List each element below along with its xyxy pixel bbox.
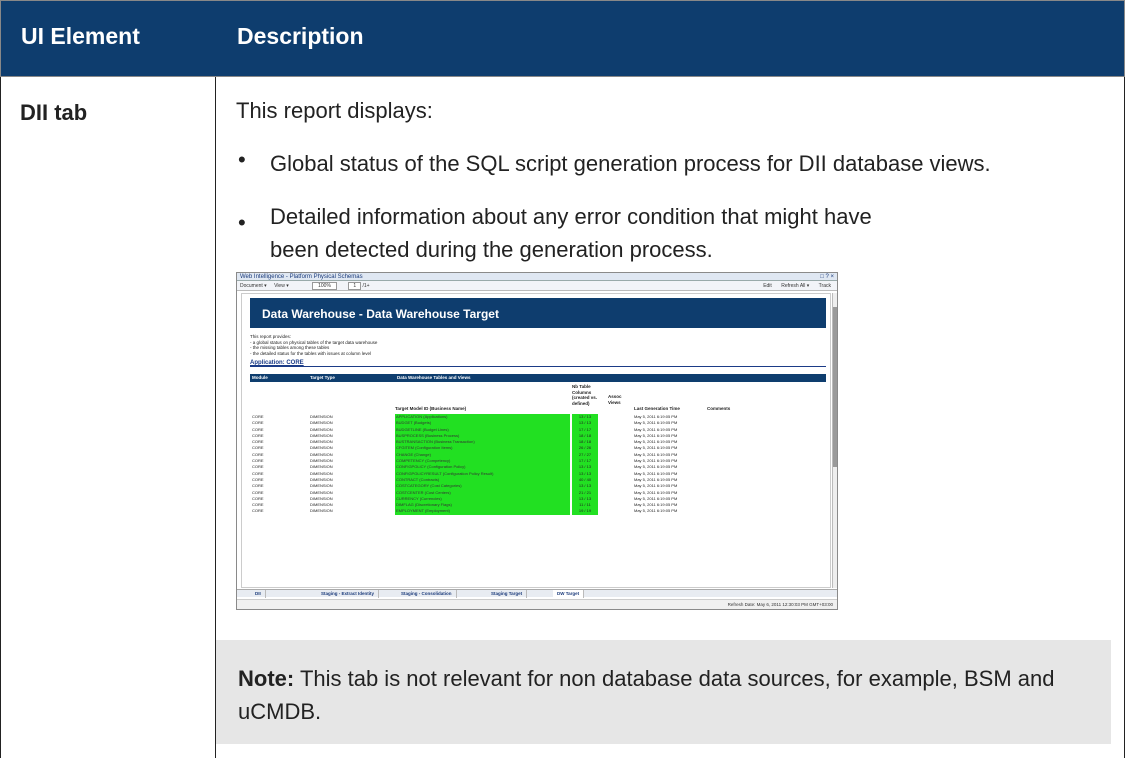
table-header: UI Element Description	[0, 0, 1125, 77]
page-total: /1+	[362, 283, 370, 289]
report-toolbar: Document ▾ View ▾ 100% 1 /1+ Edit Refres…	[237, 281, 837, 291]
report-tab[interactable]: DW Target	[553, 590, 585, 598]
refresh-all-button[interactable]: Refresh All ▾	[781, 283, 809, 289]
note-label: Note:	[238, 666, 295, 691]
description-intro: This report displays:	[236, 98, 433, 123]
track-button[interactable]: Track	[819, 283, 831, 289]
report-tabs: DII Staging - Extract Identity Staging - C…	[237, 589, 837, 598]
toolbar-right: Edit Refresh All ▾ Track	[763, 281, 831, 291]
table-border-left	[0, 77, 1, 758]
note-box: Note: This tab is not relevant for non d…	[216, 640, 1111, 744]
window-controls-icon: □ ? ×	[820, 274, 834, 280]
view-menu[interactable]: View ▾	[274, 283, 289, 289]
report-table-header: Module Target Type Data Warehouse Tables…	[250, 374, 826, 382]
report-view: Data Warehouse - Data Warehouse Target T…	[241, 293, 831, 588]
bullet-dot: •	[238, 210, 246, 235]
report-tab[interactable]: DII	[251, 590, 266, 598]
table-row: CORE DIMENSION EMPLOYMENT (Employment) 19 /…	[252, 508, 678, 515]
report-intro: This report provides: - a global status …	[250, 334, 378, 356]
report-tab[interactable]: Staging Target	[487, 590, 528, 598]
note-text: This tab is not relevant for non databas…	[238, 666, 1055, 724]
header-ui-element: UI Element	[21, 23, 140, 49]
report-tab[interactable]: Staging - Consolidation	[397, 590, 457, 598]
document-menu[interactable]: Document ▾	[240, 283, 267, 289]
bullet-dot: •	[238, 147, 246, 172]
edit-button[interactable]: Edit	[763, 283, 772, 289]
page-field[interactable]: 1	[348, 282, 362, 290]
zoom-field[interactable]: 100%	[312, 282, 337, 290]
vertical-scrollbar[interactable]	[832, 293, 837, 588]
application-label[interactable]: Application: CORE	[250, 360, 826, 367]
status-bar: Refresh Date: May 6, 2011 12:30:03 PM GM…	[237, 599, 837, 609]
window-titlebar: Web Intelligence - Platform Physical Sch…	[237, 273, 837, 281]
report-rows: CORE DIMENSION APPLICATION (Applications) 1…	[250, 414, 826, 515]
report-screenshot: Web Intelligence - Platform Physical Sch…	[236, 272, 838, 610]
report-tab[interactable]: Staging - Extract Identity	[317, 590, 380, 598]
header-description: Description	[237, 23, 364, 49]
report-title: Data Warehouse - Data Warehouse Target	[250, 298, 826, 328]
document-page: UI Element Description DII tab This repo…	[0, 0, 1125, 758]
ui-element-name: DII tab	[20, 100, 88, 125]
